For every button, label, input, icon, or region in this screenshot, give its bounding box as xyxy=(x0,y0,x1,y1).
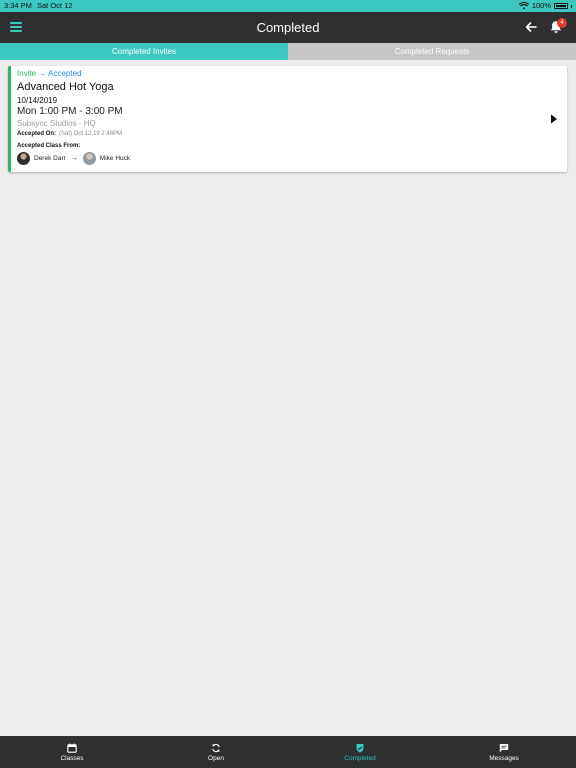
tab-completed-requests[interactable]: Completed Requests xyxy=(288,43,576,60)
class-time: Mon 1:00 PM - 3:00 PM xyxy=(17,106,123,117)
bottom-nav-label: Classes xyxy=(60,754,84,762)
class-date: 10/14/2019 xyxy=(17,96,58,105)
avatar xyxy=(82,152,96,165)
bottom-nav-label: Open xyxy=(208,754,224,762)
refresh-icon xyxy=(212,743,220,752)
bottom-nav-bar: Classes Open Completed Messages xyxy=(0,736,576,768)
bottom-nav-open[interactable]: Open xyxy=(144,736,288,768)
status-time: 3:34 PM xyxy=(4,1,32,10)
to-person-name: Mike Huck xyxy=(99,155,131,162)
calendar-icon xyxy=(67,743,77,753)
back-arrow-icon[interactable] xyxy=(522,18,540,36)
tab-bar: Completed Invites Completed Requests xyxy=(0,43,576,60)
person-arrow: → xyxy=(70,155,78,162)
avatar xyxy=(17,152,30,165)
top-nav-bar: Completed xyxy=(0,12,576,43)
status-to: Accepted xyxy=(48,69,82,78)
battery-icon xyxy=(554,3,568,9)
bottom-nav-completed[interactable]: Completed xyxy=(288,736,432,768)
bottom-nav-label: Messages xyxy=(489,754,519,762)
battery-tip xyxy=(571,4,572,8)
status-right: 100% xyxy=(518,0,572,12)
people-row: Derek Darr → Mike Huck xyxy=(17,152,130,165)
status-arrow: → xyxy=(38,69,47,78)
battery-percent: 100% xyxy=(531,1,551,10)
class-location: Subsync Studios - HQ xyxy=(17,119,96,128)
bottom-nav-label: Completed xyxy=(344,754,376,762)
accepted-on-value: (Sat) Oct 12,19 2:46PM xyxy=(59,131,123,137)
bottom-nav-classes[interactable]: Classes xyxy=(0,736,144,768)
completed-invite-card[interactable]: Invite → Accepted Advanced Hot Yoga 10/14/… xyxy=(8,66,567,172)
page-title: Completed xyxy=(256,20,320,35)
status-date: Sat Oct 12 xyxy=(37,1,73,10)
accepted-from-label: Accepted Class From: xyxy=(17,143,81,149)
wifi-icon xyxy=(518,2,529,10)
invite-status: Invite → Accepted xyxy=(17,69,81,78)
status-bar: 3:34 PM Sat Oct 12 100% xyxy=(0,0,576,12)
shield-check-icon xyxy=(356,743,364,752)
notification-badge: 4 xyxy=(557,18,567,28)
class-name: Advanced Hot Yoga xyxy=(17,81,114,93)
from-person-name: Derek Darr xyxy=(34,155,66,162)
chevron-right-icon[interactable] xyxy=(549,113,559,125)
tab-completed-invites[interactable]: Completed Invites xyxy=(0,43,288,60)
chat-icon xyxy=(499,743,509,752)
status-from: Invite xyxy=(17,69,37,78)
accepted-on: Accepted On: (Sat) Oct 12,19 2:46PM xyxy=(17,131,122,137)
accepted-on-label: Accepted On: xyxy=(17,131,57,137)
bottom-nav-messages[interactable]: Messages xyxy=(432,736,576,768)
